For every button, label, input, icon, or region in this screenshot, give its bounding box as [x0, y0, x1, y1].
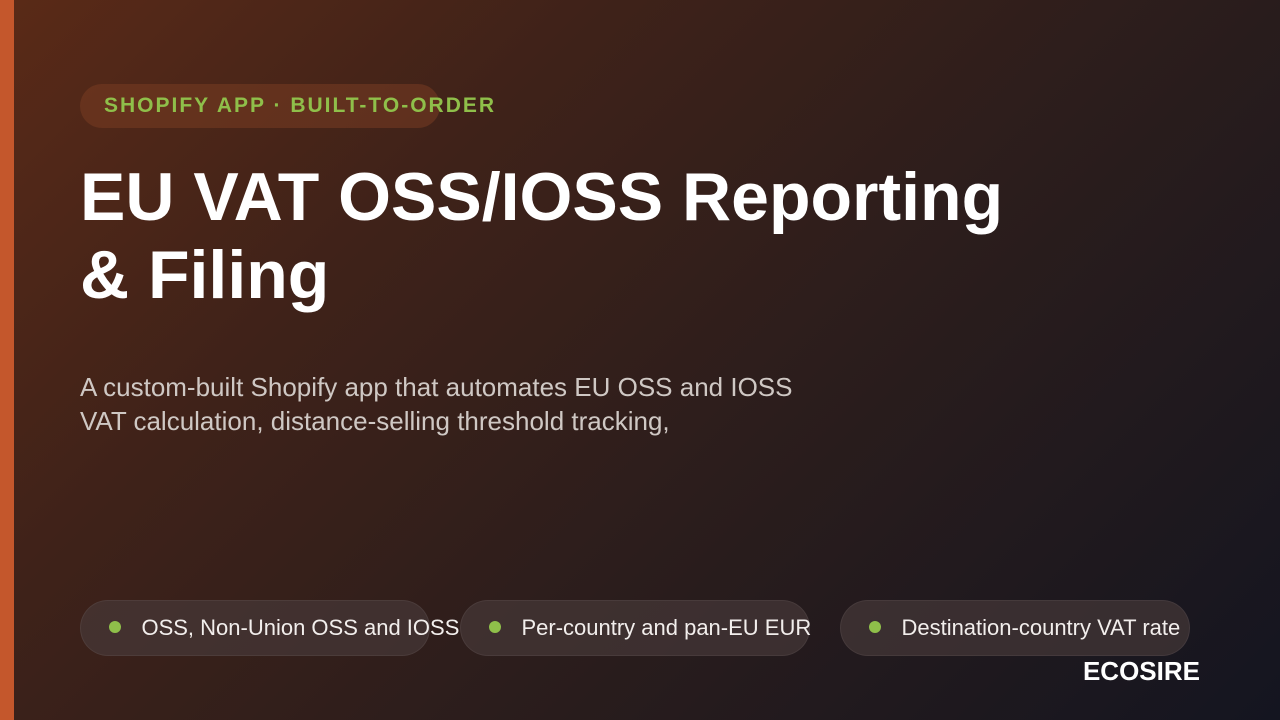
bullet-dot-icon	[109, 620, 121, 633]
bullet-dot-icon	[489, 620, 501, 633]
feature-pill-vat-rate: Destination-country VAT rate	[840, 600, 1190, 656]
feature-pill-oss: OSS, Non-Union OSS and IOSS	[80, 600, 459, 656]
left-accent-bar	[0, 0, 14, 720]
page-subtitle: A custom-built Shopify app that automate…	[80, 370, 880, 438]
feature-pill-label: Per-country and pan-EU EUR	[521, 615, 812, 640]
category-tag-label: SHOPIFY APP · BUILT-TO-ORDER	[104, 94, 497, 117]
page-subtitle-line-2: VAT calculation, distance-selling thresh…	[80, 406, 670, 436]
page-title: EU VAT OSS/IOSS Reporting & Filing	[80, 158, 1080, 314]
page-title-line-1: EU VAT OSS/IOSS Reporting	[80, 159, 1004, 235]
feature-pill-label: Destination-country VAT rate	[901, 615, 1181, 640]
feature-pill-eur: Per-country and pan-EU EUR	[460, 600, 812, 656]
page-subtitle-line-1: A custom-built Shopify app that automate…	[80, 372, 793, 402]
page-title-line-2: & Filing	[80, 237, 330, 313]
bullet-dot-icon	[869, 620, 881, 633]
category-tag: SHOPIFY APP · BUILT-TO-ORDER	[80, 84, 494, 128]
brand-logo-text: ECOSIRE	[1082, 656, 1200, 686]
feature-pill-label: OSS, Non-Union OSS and IOSS	[141, 615, 460, 640]
